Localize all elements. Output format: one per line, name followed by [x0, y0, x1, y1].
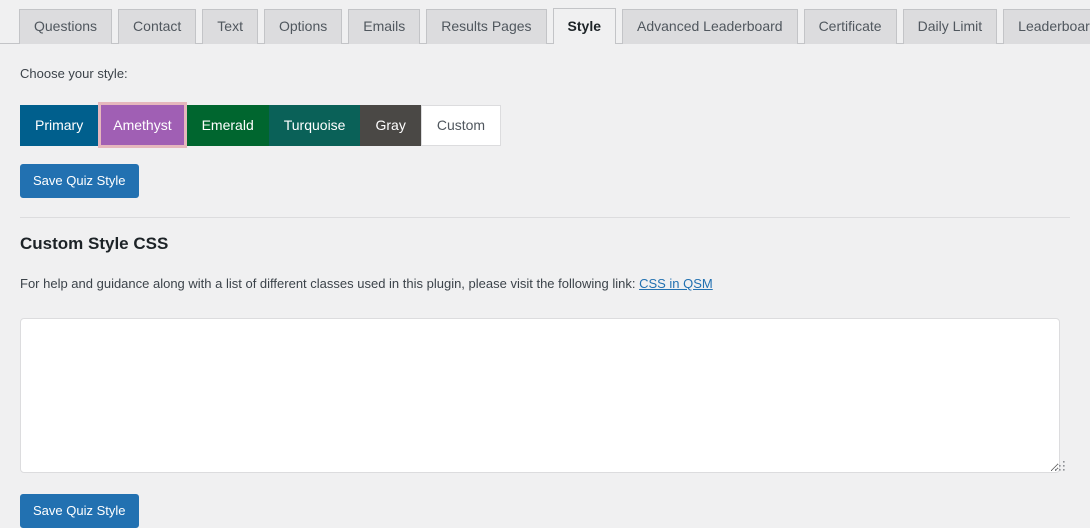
css-in-qsm-link[interactable]: CSS in QSM [639, 276, 713, 291]
custom-style-css-title: Custom Style CSS [20, 234, 169, 254]
tab-options[interactable]: Options [263, 9, 343, 44]
save-quiz-style-button-top[interactable]: Save Quiz Style [20, 164, 139, 199]
tab-style[interactable]: Style [552, 8, 616, 44]
tab-leaderboards[interactable]: Leaderboards [1003, 9, 1090, 44]
tab-results-pages[interactable]: Results Pages [426, 9, 547, 44]
choose-style-label: Choose your style: [20, 66, 128, 81]
style-option-gray[interactable]: Gray [360, 104, 421, 146]
style-option-turquoise[interactable]: Turquoise [268, 104, 361, 146]
custom-css-textarea-wrapper [20, 318, 1070, 476]
style-option-primary[interactable]: Primary [20, 104, 99, 146]
style-option-emerald[interactable]: Emerald [186, 104, 269, 146]
tab-emails[interactable]: Emails [348, 9, 421, 44]
tab-contact[interactable]: Contact [118, 9, 197, 44]
style-option-custom[interactable]: Custom [420, 104, 502, 146]
tab-certificate[interactable]: Certificate [803, 9, 897, 44]
custom-css-textarea[interactable] [20, 318, 1060, 474]
save-quiz-style-button-bottom[interactable]: Save Quiz Style [20, 494, 139, 528]
style-option-amethyst[interactable]: Amethyst [98, 102, 187, 149]
tab-bar: Questions Contact Text Options Emails Results… [0, 0, 1090, 44]
style-options-row: Primary Amethyst Emerald Turquoise Gray Custo… [20, 102, 1070, 149]
tab-text[interactable]: Text [202, 9, 258, 44]
tab-daily-limit[interactable]: Daily Limit [902, 9, 998, 44]
tab-advanced-leaderboard[interactable]: Advanced Leaderboard [622, 9, 798, 44]
custom-css-help-text: For help and guidance along with a list … [20, 256, 1070, 294]
tab-questions[interactable]: Questions [19, 9, 113, 44]
help-text-prefix: For help and guidance along with a list … [20, 275, 640, 291]
style-settings-panel: Choose your style: Primary Amethyst Emeral… [0, 44, 1090, 528]
